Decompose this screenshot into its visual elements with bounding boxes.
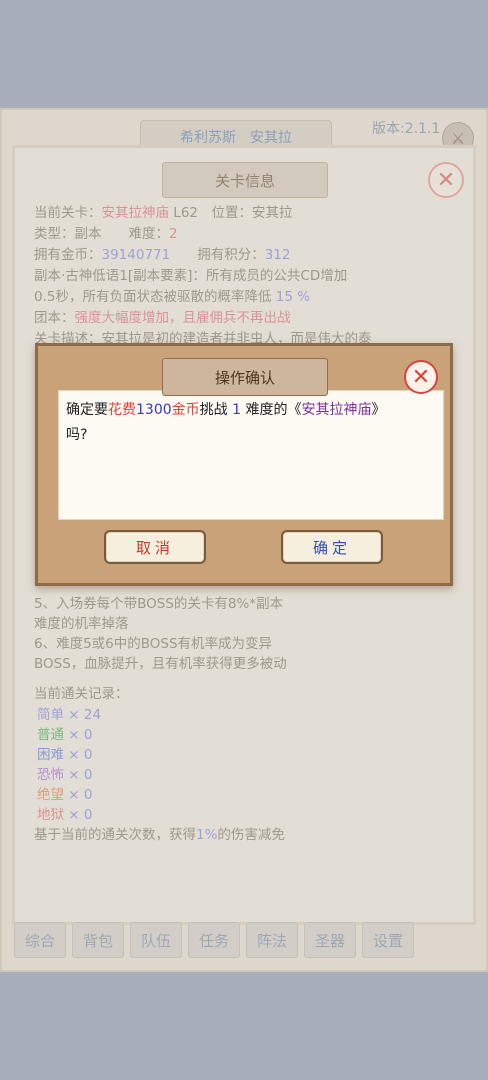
dialog-title-text: 操作确认 bbox=[214, 368, 275, 387]
record-count: × 0 bbox=[68, 787, 93, 803]
record-name: 普通 bbox=[37, 727, 64, 743]
msg-part: 安其拉神庙 bbox=[301, 402, 372, 418]
nav-team[interactable]: 队伍 bbox=[130, 922, 182, 958]
bonus-post: 的伤害减免 bbox=[217, 827, 285, 843]
record-count: × 24 bbox=[68, 707, 102, 723]
game-screen: 希利苏斯 安其拉 版本:2.1.1 ⚔ 关卡信息 ✕ 当前关卡：安其拉神庙 L6… bbox=[0, 0, 488, 1080]
nav-formation[interactable]: 阵法 bbox=[246, 922, 298, 958]
msg-part: 确定要 bbox=[66, 402, 108, 418]
raid-label: 团本： bbox=[34, 310, 75, 326]
nav-artifact[interactable]: 圣器 bbox=[304, 922, 356, 958]
desc-line-3: 6、难度5或6中的BOSS有机率成为变异 bbox=[34, 636, 273, 652]
info-line-raid: 团本：强度大幅度增加，且雇佣兵不再出战 bbox=[34, 308, 291, 329]
msg-part: 花费 bbox=[108, 402, 136, 418]
bonus-line: 基于当前的通关次数，获得1%的伤害减免 bbox=[34, 825, 285, 846]
msg-part: 1 bbox=[232, 402, 242, 418]
gold-label: 拥有金币： bbox=[34, 247, 102, 263]
msg-part: 难度的《 bbox=[241, 402, 302, 418]
version-label: 版本:2.1.1 bbox=[372, 121, 441, 137]
bottom-nav: 综合 背包 队伍 任务 阵法 圣器 设置 bbox=[14, 922, 414, 958]
record-row: 地狱 × 0 bbox=[37, 805, 93, 825]
record-row: 简单 × 24 bbox=[37, 705, 101, 725]
bonus-value: 1% bbox=[196, 827, 218, 843]
cancel-button[interactable]: 取消 bbox=[104, 530, 206, 564]
dialog-message: 确定要花费1300金币挑战 1 难度的《安其拉神庙》吗? bbox=[66, 398, 406, 448]
record-count: × 0 bbox=[68, 767, 93, 783]
dungeon-element-text: 副本·古神低语1[副本要素]：所有成员的公共CD增加 bbox=[34, 268, 348, 284]
info-line-debuff: 0.5秒，所有负面状态被驱散的概率降低 15 % bbox=[34, 287, 310, 308]
stage-value: 安其拉神庙 bbox=[101, 205, 170, 221]
record-name: 恐怖 bbox=[37, 767, 64, 783]
close-icon[interactable]: ✕ bbox=[428, 162, 464, 198]
nav-bag[interactable]: 背包 bbox=[72, 922, 124, 958]
info-line-dungeon: 副本·古神低语1[副本要素]：所有成员的公共CD增加 bbox=[34, 266, 347, 287]
msg-part: 金币 bbox=[171, 402, 200, 418]
record-row: 普通 × 0 bbox=[37, 725, 93, 745]
gold-value: 39140771 bbox=[101, 247, 171, 263]
record-name: 困难 bbox=[37, 747, 64, 763]
desc-line-1: 5、入场券每个带BOSS的关卡有8%*副本 bbox=[34, 596, 284, 612]
record-name: 地狱 bbox=[37, 807, 64, 823]
stage-label: 当前关卡： bbox=[34, 205, 102, 221]
info-line-gold: 拥有金币：39140771 拥有积分：312 bbox=[34, 245, 291, 266]
record-row: 绝望 × 0 bbox=[37, 785, 93, 805]
dialog-title: 操作确认 bbox=[162, 358, 328, 396]
close-icon[interactable]: ✕ bbox=[404, 360, 438, 394]
debuff-text: 0.5秒，所有负面状态被驱散的概率降低 bbox=[34, 289, 276, 305]
difficulty-value: 2 bbox=[169, 226, 178, 242]
nav-general[interactable]: 综合 bbox=[14, 922, 66, 958]
record-count: × 0 bbox=[68, 747, 93, 763]
info-line-desc: 关卡描述：安其拉是初的建造者并非虫人，而是伟大的泰 bbox=[34, 329, 372, 343]
info-line-stage: 当前关卡：安其拉神庙 L62 位置：安其拉 bbox=[34, 203, 293, 224]
record-row: 恐怖 × 0 bbox=[37, 765, 93, 785]
confirm-button[interactable]: 确定 bbox=[281, 530, 383, 564]
msg-part: 1300 bbox=[136, 402, 172, 418]
record-name: 简单 bbox=[37, 707, 64, 723]
raid-value: 强度大幅度增加，且雇佣兵不再出战 bbox=[74, 310, 291, 326]
nav-settings[interactable]: 设置 bbox=[362, 922, 414, 958]
bonus-pre: 基于当前的通关次数，获得 bbox=[34, 827, 196, 843]
desc-text: 关卡描述：安其拉是初的建造者并非虫人，而是伟大的泰 bbox=[34, 331, 372, 343]
msg-part: 挑战 bbox=[199, 402, 233, 418]
location-tab-label: 希利苏斯 安其拉 bbox=[180, 130, 292, 146]
panel-title: 关卡信息 bbox=[162, 162, 328, 198]
type-label: 类型：副本 难度： bbox=[34, 226, 169, 242]
info-line-type: 类型：副本 难度：2 bbox=[34, 224, 178, 245]
record-count: × 0 bbox=[68, 807, 93, 823]
record-row: 困难 × 0 bbox=[37, 745, 93, 765]
points-value: 312 bbox=[264, 247, 291, 263]
debuff-value: 15 % bbox=[275, 289, 311, 305]
panel-title-text: 关卡信息 bbox=[214, 171, 275, 190]
points-label: 拥有积分： bbox=[170, 247, 265, 263]
nav-quest[interactable]: 任务 bbox=[188, 922, 240, 958]
desc-line-4: BOSS，血脉提升，且有机率获得更多被动 bbox=[34, 656, 287, 672]
desc-line-2: 难度的机率掉落 bbox=[34, 616, 129, 632]
record-name: 绝望 bbox=[37, 787, 64, 803]
record-count: × 0 bbox=[68, 727, 93, 743]
stage-location: L62 位置：安其拉 bbox=[169, 205, 293, 221]
records-title: 当前通关记录： bbox=[34, 686, 129, 702]
